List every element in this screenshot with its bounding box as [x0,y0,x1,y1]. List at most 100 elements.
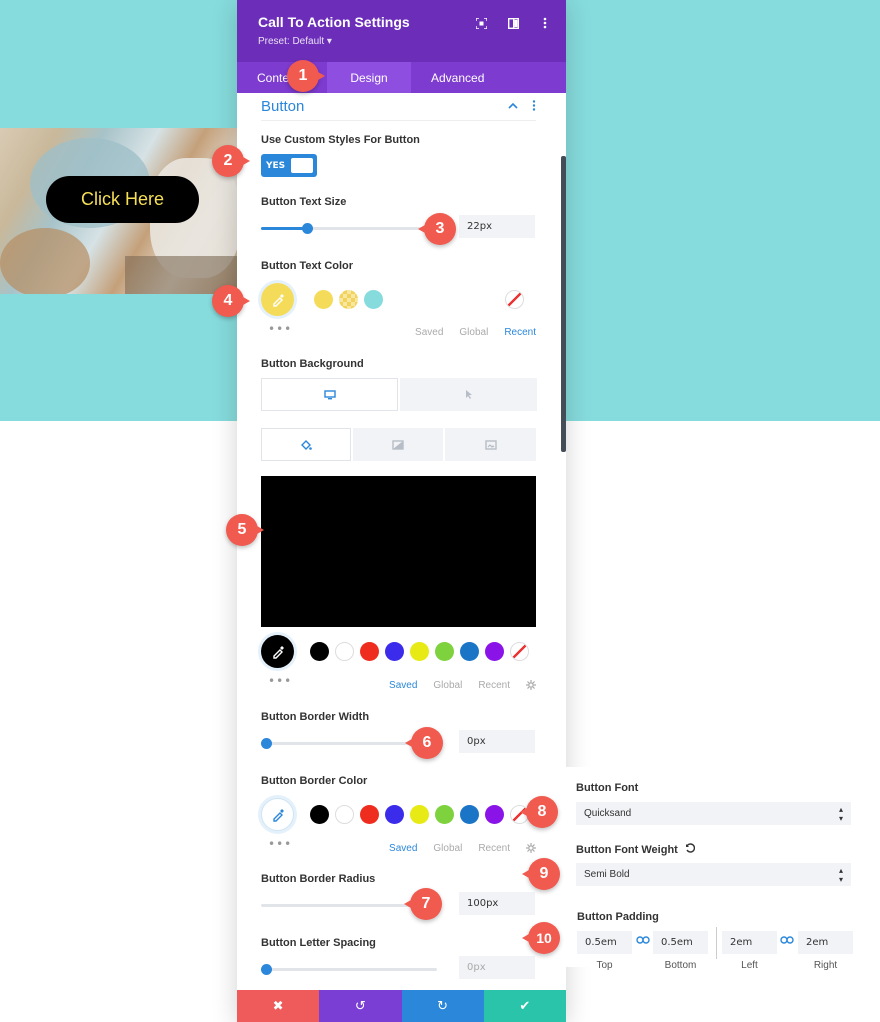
undo-button[interactable]: ↺ [319,990,402,1022]
bg-tab-recent[interactable]: Recent [478,680,510,693]
section-header[interactable]: Button [261,93,536,121]
clear-color-icon[interactable] [505,290,524,309]
section-more-icon[interactable] [532,99,536,114]
bg-swatch-6[interactable] [460,642,479,661]
padding-right-input[interactable]: 2em [798,931,853,954]
bc-tab-global[interactable]: Global [433,843,462,856]
step-marker-3: 3 [418,213,456,245]
text-swatch-teal[interactable] [364,290,383,309]
collapse-icon[interactable] [508,100,518,114]
bg-swatch-7[interactable] [485,642,504,661]
cancel-button[interactable]: ✖ [237,990,320,1022]
tab-global[interactable]: Global [459,327,488,338]
toggle-label: YES [266,160,286,171]
text-color-swatches [261,283,383,316]
border-swatch-4[interactable] [410,805,429,824]
more-bg-colors-icon[interactable]: ••• [268,674,292,688]
split-view-icon[interactable] [506,16,520,30]
bg-swatch-5[interactable] [435,642,454,661]
border-width-input[interactable]: 0px [459,730,535,753]
step-marker-4: 4 [212,285,250,317]
border-swatch-5[interactable] [435,805,454,824]
more-border-colors-icon[interactable]: ••• [268,837,292,851]
bg-swatch-1[interactable] [335,642,354,661]
border-color-tabs: Saved Global Recent [389,843,536,856]
custom-styles-toggle[interactable]: YES [261,154,317,177]
tab-design[interactable]: Design [327,62,411,93]
step-marker-8: 8 [520,796,558,828]
padding-label: Button Padding [577,911,659,923]
tab-advanced[interactable]: Advanced [411,62,504,93]
text-color-label: Button Text Color [261,260,354,272]
font-select[interactable]: Quicksand ▴ ▾ [576,802,851,825]
bg-clear-color-icon[interactable] [510,642,529,661]
font-weight-label: Button Font Weight [576,843,695,856]
bg-swatch-2[interactable] [360,642,379,661]
panel-header: Call To Action Settings Preset: Default … [237,0,566,62]
font-label: Button Font [576,782,639,794]
letter-spacing-slider[interactable] [261,964,437,975]
image-icon[interactable] [445,428,536,461]
letter-spacing-input[interactable]: 0px [459,956,535,979]
text-color-picker-icon[interactable] [261,283,294,316]
bc-settings-gear-icon[interactable] [526,843,536,856]
background-swatches [261,635,529,668]
link-left-right-icon[interactable] [780,935,794,948]
padding-bottom-caption: Bottom [664,960,697,971]
bg-tab-global[interactable]: Global [433,680,462,693]
gradient-icon[interactable] [353,428,443,461]
bc-tab-recent[interactable]: Recent [478,843,510,856]
select-arrows-icon: ▴ ▾ [838,804,843,823]
background-picker-icon[interactable] [261,635,294,668]
text-size-slider[interactable] [261,223,437,234]
padding-bottom-input[interactable]: 0.5em [653,931,708,954]
fullscreen-icon[interactable] [474,16,488,30]
padding-top-input[interactable]: 0.5em [577,931,632,954]
text-swatch-checker[interactable] [339,290,358,309]
bg-color-tabs: Saved Global Recent [389,680,536,693]
tab-recent[interactable]: Recent [504,327,536,338]
bg-settings-gear-icon[interactable] [526,680,536,693]
text-swatch-yellow[interactable] [314,290,333,309]
settings-panel: Call To Action Settings Preset: Default … [237,0,566,1022]
step-marker-7: 7 [404,888,442,920]
border-swatch-0[interactable] [310,805,329,824]
border-swatch-2[interactable] [360,805,379,824]
step-marker-1: 1 [287,60,325,92]
border-swatch-7[interactable] [485,805,504,824]
border-swatch-6[interactable] [460,805,479,824]
border-picker-icon[interactable] [261,798,294,831]
font-weight-select[interactable]: Semi Bold ▴ ▾ [576,863,851,886]
bg-swatch-4[interactable] [410,642,429,661]
text-size-input[interactable]: 22px [459,215,535,238]
background-color-preview [261,476,536,627]
section-title: Button [261,98,305,115]
padding-left-input[interactable]: 2em [722,931,777,954]
paint-bucket-icon[interactable] [261,428,351,461]
tab-saved[interactable]: Saved [415,327,443,338]
link-top-bottom-icon[interactable] [636,935,650,948]
preset-dropdown[interactable]: Preset: Default ▾ [258,36,566,47]
text-size-label: Button Text Size [261,196,347,208]
reset-icon[interactable] [685,843,695,856]
border-swatch-1[interactable] [335,805,354,824]
hover-cursor-icon[interactable] [400,378,537,411]
bg-swatch-0[interactable] [310,642,329,661]
font-settings-panel: Button Font Quicksand ▴ ▾ Button Font Wei… [566,767,880,971]
bg-swatch-3[interactable] [385,642,404,661]
panel-scrollbar[interactable] [561,156,566,452]
more-colors-icon[interactable]: ••• [268,322,292,336]
step-marker-10: 10 [522,922,560,954]
background-label: Button Background [261,358,364,370]
save-button[interactable]: ✔ [483,990,566,1022]
border-width-label: Button Border Width [261,711,370,723]
background-type-tabs [261,428,536,461]
bc-tab-saved[interactable]: Saved [389,843,417,856]
bg-tab-saved[interactable]: Saved [389,680,417,693]
desktop-icon[interactable] [261,378,398,411]
border-swatch-3[interactable] [385,805,404,824]
border-radius-input[interactable]: 100px [459,892,535,915]
cta-preview-button[interactable]: Click Here [46,176,199,223]
more-options-icon[interactable] [538,16,552,30]
redo-button[interactable]: ↻ [401,990,484,1022]
